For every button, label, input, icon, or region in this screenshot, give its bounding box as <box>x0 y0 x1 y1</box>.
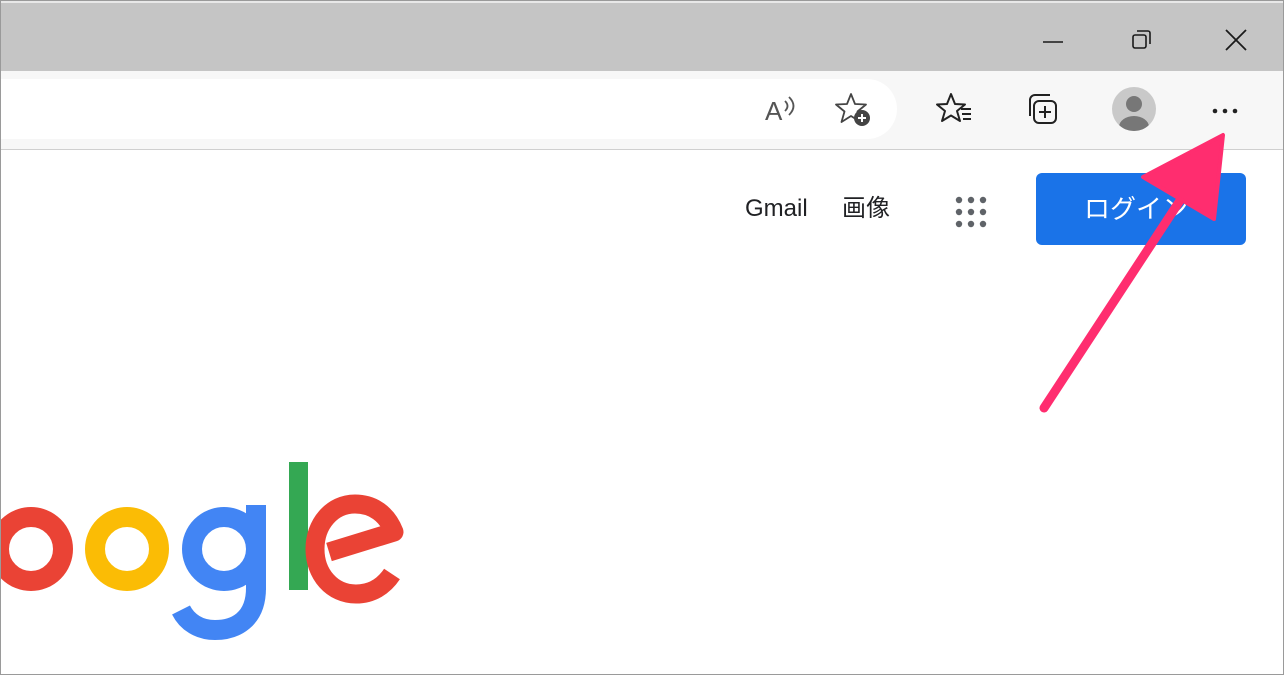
minimize-icon <box>1043 41 1063 43</box>
apps-grid-icon <box>955 196 987 228</box>
favorites-icon <box>936 93 971 122</box>
browser-window: A Gmail 画像 ログイン <box>0 0 1284 675</box>
read-aloud-icon: A <box>765 96 795 126</box>
gmail-link[interactable]: Gmail <box>745 194 808 224</box>
close-button[interactable] <box>1213 17 1259 63</box>
images-link[interactable]: 画像 <box>842 194 890 224</box>
sign-in-button[interactable]: ログイン <box>1036 173 1246 245</box>
add-favorite-button[interactable] <box>829 85 877 133</box>
minimize-button[interactable] <box>1029 17 1075 63</box>
collections-icon <box>1029 94 1057 124</box>
profile-button[interactable] <box>1111 85 1159 133</box>
close-icon <box>1225 29 1247 51</box>
restore-icon <box>1132 30 1151 49</box>
collections-button[interactable] <box>1020 85 1068 133</box>
title-bar <box>1 1 1283 71</box>
google-logo <box>1 462 404 640</box>
read-aloud-button[interactable]: A <box>757 85 805 133</box>
apps-button[interactable] <box>947 188 995 236</box>
svg-text:A: A <box>765 96 783 126</box>
more-icon <box>1212 108 1238 114</box>
profile-icon <box>1112 87 1156 131</box>
more-button[interactable] <box>1201 85 1249 133</box>
restore-button[interactable] <box>1119 17 1165 63</box>
add-favorite-icon <box>835 93 870 126</box>
browser-toolbar: A <box>1 71 1283 150</box>
favorites-button[interactable] <box>931 85 979 133</box>
